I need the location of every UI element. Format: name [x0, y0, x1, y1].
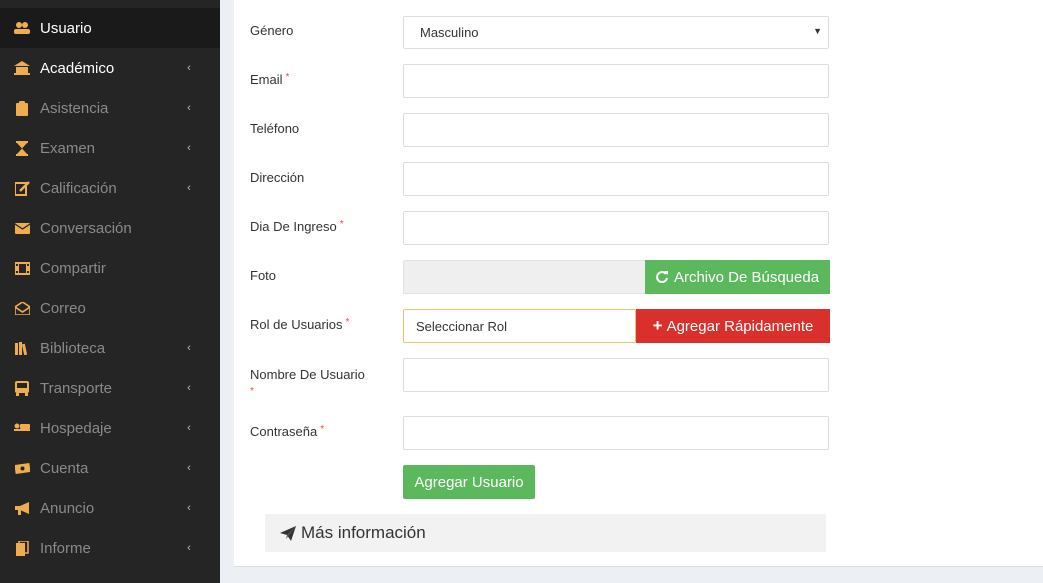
- plus-icon: +: [652, 316, 663, 335]
- chevron-left-icon: ‹: [187, 142, 191, 154]
- sidebar: Usuario Académico ‹ Asistencia ‹ Examen …: [0, 0, 220, 583]
- bus-icon: [14, 380, 30, 396]
- chevron-left-icon: ‹: [187, 422, 191, 434]
- required-mark: *: [339, 219, 344, 230]
- required-mark: *: [320, 424, 325, 435]
- film-icon: [14, 260, 30, 276]
- sidebar-item-label: Académico: [40, 59, 115, 77]
- required-mark: *: [345, 317, 350, 328]
- sidebar-item-label: Cuenta: [40, 459, 89, 477]
- telefono-label: Teléfono: [250, 121, 300, 136]
- sidebar-item-asistencia[interactable]: Asistencia ‹: [0, 88, 220, 128]
- usuario-field[interactable]: [403, 358, 829, 392]
- sidebar-item-label: Compartir: [40, 259, 106, 277]
- ingreso-field[interactable]: [403, 211, 829, 245]
- rol-label: Rol de Usuarios *: [250, 317, 350, 332]
- edit-icon: [14, 180, 30, 196]
- sidebar-item-label: Usuario: [40, 19, 92, 37]
- sidebar-item-academico[interactable]: Académico ‹: [0, 48, 220, 88]
- agregar-usuario-button[interactable]: Agregar Usuario: [403, 465, 535, 499]
- genero-select[interactable]: Masculino ▼: [403, 16, 829, 49]
- password-field[interactable]: [403, 416, 829, 450]
- bed-icon: [14, 420, 30, 436]
- rol-select[interactable]: Seleccionar Rol: [403, 309, 636, 343]
- direccion-label: Dirección: [250, 170, 305, 185]
- chevron-left-icon: ‹: [187, 542, 191, 554]
- refresh-icon: [656, 271, 668, 283]
- ingreso-label: Dia De Ingreso *: [250, 219, 344, 234]
- chevron-left-icon: ‹: [187, 102, 191, 114]
- chevron-left-icon: ‹: [187, 382, 191, 394]
- chevron-left-icon: ‹: [187, 462, 191, 474]
- sidebar-item-calificacion[interactable]: Calificación ‹: [0, 168, 220, 208]
- sidebar-item-anuncio[interactable]: Anuncio ‹: [0, 488, 220, 528]
- foto-file-display[interactable]: [403, 260, 646, 294]
- books-icon: [14, 340, 30, 356]
- bullhorn-icon: [14, 500, 30, 516]
- envelope-icon: [14, 220, 30, 236]
- sidebar-item-correo[interactable]: Correo: [0, 288, 220, 328]
- sidebar-item-transporte[interactable]: Transporte ‹: [0, 368, 220, 408]
- email-field[interactable]: [403, 64, 829, 98]
- chevron-left-icon: ‹: [187, 502, 191, 514]
- paper-plane-icon: [280, 525, 296, 541]
- sidebar-item-label: Transporte: [40, 379, 112, 397]
- sidebar-item-label: Conversación: [40, 219, 132, 237]
- direccion-field[interactable]: [403, 162, 829, 196]
- chevron-left-icon: ‹: [187, 182, 191, 194]
- money-icon: [14, 460, 30, 476]
- foto-label: Foto: [250, 268, 277, 283]
- sidebar-item-compartir[interactable]: Compartir: [0, 248, 220, 288]
- email-label: Email *: [250, 72, 290, 87]
- agregar-usuario-label: Agregar Usuario: [414, 473, 524, 491]
- required-mark: *: [285, 72, 290, 83]
- mas-informacion-label: Más información: [301, 523, 426, 542]
- usuario-label: Nombre De Usuario *: [250, 367, 365, 397]
- genero-select-value: Masculino: [420, 25, 479, 40]
- file-icon: [14, 540, 30, 556]
- sidebar-item-label: Asistencia: [40, 99, 109, 117]
- sidebar-item-label: Informe: [40, 539, 91, 557]
- sidebar-item-cuenta[interactable]: Cuenta ‹: [0, 448, 220, 488]
- archivo-busqueda-label: Archivo De Búsqueda: [673, 268, 820, 286]
- required-mark: *: [250, 386, 254, 397]
- sidebar-item-label: Hospedaje: [40, 419, 112, 437]
- sidebar-item-usuario[interactable]: Usuario: [0, 8, 220, 48]
- sidebar-item-label: Correo: [40, 299, 86, 317]
- archivo-busqueda-button[interactable]: Archivo De Búsqueda: [645, 260, 830, 294]
- clipboard-icon: [14, 100, 30, 116]
- sidebar-item-conversacion[interactable]: Conversación: [0, 208, 220, 248]
- hourglass-icon: [14, 140, 30, 156]
- mas-informacion-bar[interactable]: Más información: [265, 514, 826, 552]
- sidebar-item-hospedaje[interactable]: Hospedaje ‹: [0, 408, 220, 448]
- users-icon: [14, 20, 30, 36]
- sidebar-item-biblioteca[interactable]: Biblioteca ‹: [0, 328, 220, 368]
- caret-down-icon: ▼: [813, 26, 822, 36]
- telefono-field[interactable]: [403, 113, 829, 147]
- sidebar-item-label: Anuncio: [40, 499, 95, 517]
- university-icon: [14, 60, 30, 76]
- sidebar-item-informe[interactable]: Informe ‹: [0, 528, 220, 568]
- agregar-rapidamente-button[interactable]: + Agregar Rápidamente: [636, 309, 830, 343]
- genero-label: Género: [250, 23, 294, 38]
- sidebar-item-label: Calificación: [40, 179, 117, 197]
- rol-select-value: Seleccionar Rol: [416, 318, 508, 334]
- sidebar-item-label: Examen: [40, 139, 96, 157]
- chevron-left-icon: ‹: [187, 342, 191, 354]
- sidebar-item-label: Biblioteca: [40, 339, 106, 357]
- agregar-rapidamente-label: Agregar Rápidamente: [666, 317, 814, 335]
- chevron-left-icon: ‹: [187, 62, 191, 74]
- password-label: Contraseña *: [250, 424, 325, 439]
- envelope-open-icon: [14, 300, 30, 316]
- sidebar-item-examen[interactable]: Examen ‹: [0, 128, 220, 168]
